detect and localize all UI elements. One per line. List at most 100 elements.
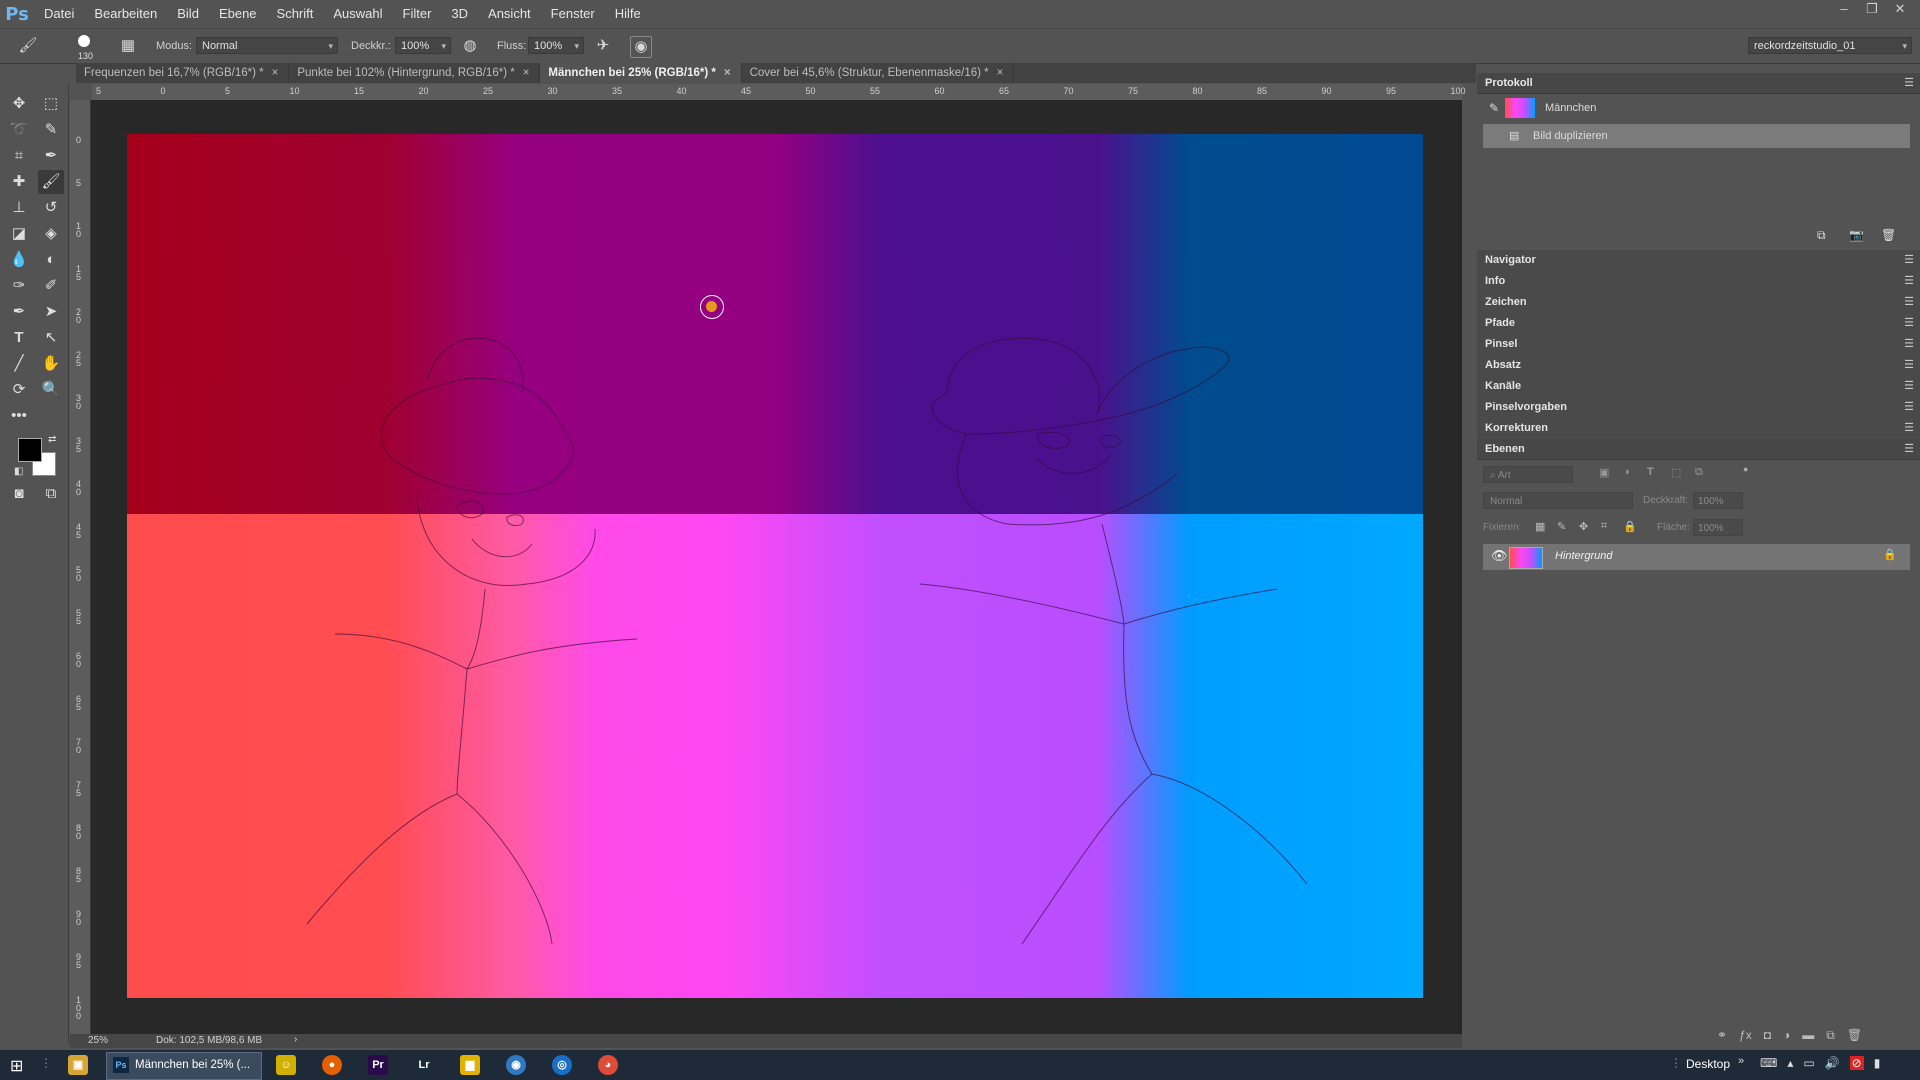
- lock-image-icon[interactable]: ✎: [1557, 520, 1566, 533]
- fx-icon[interactable]: ƒx: [1739, 1028, 1752, 1043]
- pen-tool-icon[interactable]: ✑: [6, 274, 32, 298]
- premiere-icon[interactable]: Pr: [368, 1055, 388, 1075]
- taskbar-explorer-icon[interactable]: ▣: [68, 1055, 88, 1075]
- panel-zeichen[interactable]: Zeichen ☰: [1477, 292, 1920, 314]
- new-layer-icon[interactable]: ⧉: [1826, 1028, 1835, 1043]
- foreground-color-swatch[interactable]: [18, 438, 42, 462]
- more-tools-icon[interactable]: •••: [6, 404, 32, 428]
- panel-menu-icon[interactable]: ☰: [1904, 337, 1914, 350]
- line-tool-icon[interactable]: ╱: [6, 352, 32, 376]
- document-canvas[interactable]: [127, 134, 1423, 998]
- menu-auswahl[interactable]: Auswahl: [323, 0, 392, 28]
- pen-tool-alt-icon[interactable]: ✒: [6, 300, 32, 324]
- link-layers-icon[interactable]: ⚭: [1717, 1028, 1727, 1043]
- firefox-icon[interactable]: ●: [322, 1055, 342, 1075]
- panel-absatz[interactable]: Absatz ☰: [1477, 355, 1920, 377]
- tab-cover[interactable]: Cover bei 45,6% (Struktur, Ebenenmaske/1…: [741, 63, 1015, 83]
- close-icon[interactable]: ×: [997, 67, 1004, 79]
- menu-datei[interactable]: Datei: [34, 0, 84, 28]
- keyboard-icon[interactable]: ⌨: [1760, 1056, 1777, 1070]
- quick-mask-icon[interactable]: ◙: [6, 482, 32, 506]
- filter-toggle-icon[interactable]: ●: [1743, 464, 1748, 474]
- lock-position-icon[interactable]: ✥: [1579, 520, 1588, 533]
- healing-brush-tool-icon[interactable]: ✚: [6, 170, 32, 194]
- freeform-pen-tool-icon[interactable]: ✐: [38, 274, 64, 298]
- menu-fenster[interactable]: Fenster: [541, 0, 605, 28]
- taskbar-app-icon[interactable]: ☺: [276, 1055, 296, 1075]
- type-tool-icon[interactable]: T: [6, 326, 32, 350]
- tab-punkte[interactable]: Punkte bei 102% (Hintergrund, RGB/16*) *…: [289, 63, 541, 83]
- history-brush-source-icon[interactable]: ✎: [1489, 94, 1499, 122]
- pressure-size-icon[interactable]: ◉: [630, 36, 652, 58]
- monitor-icon[interactable]: ▭: [1803, 1056, 1814, 1070]
- group-folder-icon[interactable]: ▬: [1802, 1028, 1814, 1043]
- panel-info[interactable]: Info ☰: [1477, 271, 1920, 293]
- panel-kanaele[interactable]: Kanäle ☰: [1477, 376, 1920, 398]
- default-colors-icon[interactable]: ◧: [14, 466, 23, 477]
- menu-ebene[interactable]: Ebene: [209, 0, 267, 28]
- eraser-tool-icon[interactable]: ◪: [6, 222, 32, 246]
- history-brush-tool-icon[interactable]: ↺: [38, 196, 64, 220]
- panel-menu-icon[interactable]: ☰: [1904, 253, 1914, 266]
- panel-menu-icon[interactable]: ☰: [1904, 274, 1914, 287]
- lock-artboard-icon[interactable]: ⌗: [1601, 520, 1607, 533]
- layer-filter-dropdown[interactable]: ⌕ Art: [1483, 466, 1573, 483]
- desktop-toolbar-label[interactable]: Desktop: [1686, 1057, 1730, 1071]
- hand-tool-icon[interactable]: ✋: [38, 352, 64, 376]
- airbrush-icon[interactable]: ✈: [593, 36, 613, 56]
- layer-row[interactable]: 👁 Hintergrund 🔒: [1483, 544, 1910, 570]
- filter-adjustment-icon[interactable]: ◑: [1623, 466, 1630, 478]
- tray-expand-icon[interactable]: ▴: [1787, 1056, 1793, 1070]
- zoom-level[interactable]: 25%: [88, 1035, 108, 1046]
- rotate-view-tool-icon[interactable]: ⟳: [6, 378, 32, 402]
- taskbar-app-icon[interactable]: ◉: [506, 1055, 526, 1075]
- adjustment-layer-icon[interactable]: ◑: [1783, 1028, 1790, 1043]
- path-select-tool-icon[interactable]: ➤: [38, 300, 64, 324]
- menu-bild[interactable]: Bild: [167, 0, 209, 28]
- tab-maennchen[interactable]: Männchen bei 25% (RGB/16*) * ×: [540, 63, 742, 83]
- crop-tool-icon[interactable]: ⌗: [6, 144, 32, 168]
- blur-tool-icon[interactable]: 💧: [6, 248, 32, 272]
- lasso-tool-icon[interactable]: ➰: [6, 118, 32, 142]
- zoom-tool-icon[interactable]: 🔍: [38, 378, 64, 402]
- quick-select-tool-icon[interactable]: ✎: [38, 118, 64, 142]
- menu-schrift[interactable]: Schrift: [267, 0, 324, 28]
- lock-all-icon[interactable]: 🔒: [1623, 520, 1637, 533]
- panel-korrekturen[interactable]: Korrekturen ☰: [1477, 418, 1920, 440]
- panel-navigator[interactable]: Navigator ☰: [1477, 250, 1920, 272]
- brush-tool-icon[interactable]: 🖌: [38, 170, 64, 194]
- menu-bearbeiten[interactable]: Bearbeiten: [84, 0, 167, 28]
- filter-shape-icon[interactable]: ⬚: [1671, 466, 1681, 479]
- brush-panel-toggle-icon[interactable]: ▦: [118, 36, 138, 56]
- panel-menu-icon[interactable]: ☰: [1904, 295, 1914, 308]
- close-window-button[interactable]: ✕: [1886, 0, 1914, 20]
- restore-button[interactable]: ❐: [1858, 0, 1886, 20]
- flow-input[interactable]: 100% ▾: [528, 37, 584, 54]
- minimize-button[interactable]: –: [1830, 0, 1858, 20]
- opacity-input[interactable]: 100% ▾: [395, 37, 451, 54]
- status-arrow-icon[interactable]: ›: [294, 1034, 297, 1045]
- paint-bucket-tool-icon[interactable]: ◈: [38, 222, 64, 246]
- trash-icon[interactable]: 🗑: [1881, 228, 1896, 242]
- brush-tool-preset-icon[interactable]: 🖌: [18, 36, 38, 56]
- dodge-tool-icon[interactable]: ◐: [38, 248, 64, 272]
- trash-icon[interactable]: 🗑: [1847, 1028, 1862, 1043]
- panel-pinselvorgaben[interactable]: Pinselvorgaben ☰: [1477, 397, 1920, 419]
- volume-icon[interactable]: 🔊: [1825, 1056, 1840, 1070]
- layers-panel-header[interactable]: Ebenen ☰: [1477, 439, 1920, 460]
- chrome-icon[interactable]: ◕: [598, 1055, 618, 1075]
- history-panel-header[interactable]: Protokoll ☰: [1477, 73, 1920, 94]
- menu-filter[interactable]: Filter: [393, 0, 442, 28]
- menu-3d[interactable]: 3D: [441, 0, 478, 28]
- new-document-from-state-icon[interactable]: ⧉: [1817, 228, 1826, 243]
- mode-dropdown[interactable]: Normal ▾: [196, 37, 338, 54]
- camera-icon[interactable]: 📷: [1849, 228, 1864, 242]
- tab-frequenzen[interactable]: Frequenzen bei 16,7% (RGB/16*) * ×: [76, 63, 290, 83]
- history-item[interactable]: ▤ Bild duplizieren: [1483, 124, 1910, 148]
- panel-menu-icon[interactable]: ☰: [1904, 442, 1914, 455]
- safari-icon[interactable]: ◎: [552, 1055, 572, 1075]
- filter-type-icon[interactable]: T: [1647, 466, 1654, 478]
- panel-menu-icon[interactable]: ☰: [1904, 76, 1914, 89]
- fill-input[interactable]: 100%: [1693, 519, 1743, 536]
- panel-pinsel[interactable]: Pinsel ☰: [1477, 334, 1920, 356]
